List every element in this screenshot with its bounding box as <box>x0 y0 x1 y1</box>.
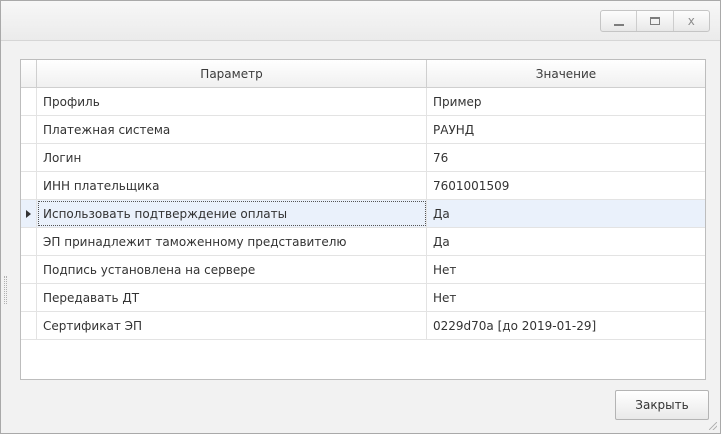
value-cell[interactable]: 76 <box>427 144 705 171</box>
value-cell[interactable]: Нет <box>427 284 705 311</box>
value-cell[interactable]: Нет <box>427 256 705 283</box>
param-cell[interactable]: ЭП принадлежит таможенному представителю <box>37 228 427 255</box>
table-row[interactable]: Использовать подтверждение оплаты Да <box>21 200 705 228</box>
row-indicator[interactable] <box>21 144 37 171</box>
table-row[interactable]: Передавать ДТ Нет <box>21 284 705 312</box>
window-controls: x <box>600 10 710 32</box>
value-cell[interactable]: 7601001509 <box>427 172 705 199</box>
param-cell[interactable]: Профиль <box>37 88 427 115</box>
minimize-icon <box>613 24 624 26</box>
value-cell[interactable]: РАУНД <box>427 116 705 143</box>
column-header-param[interactable]: Параметр <box>37 60 427 87</box>
param-cell[interactable]: ИНН плательщика <box>37 172 427 199</box>
column-header-value[interactable]: Значение <box>427 60 705 87</box>
grid-header: Параметр Значение <box>21 60 705 88</box>
param-cell[interactable]: Подпись установлена на сервере <box>37 256 427 283</box>
close-icon: x <box>687 14 695 28</box>
current-row-arrow-icon <box>26 209 31 218</box>
param-cell[interactable]: Платежная система <box>37 116 427 143</box>
value-cell[interactable]: Да <box>427 228 705 255</box>
close-button[interactable]: Закрыть <box>615 390 709 420</box>
row-indicator-header <box>21 60 37 87</box>
settings-window: x Параметр Значение Профиль Пример Платежн… <box>0 0 721 434</box>
row-indicator[interactable] <box>21 312 37 339</box>
maximize-icon <box>649 17 660 25</box>
value-cell[interactable]: Да <box>427 200 705 227</box>
resize-grip[interactable] <box>709 422 717 430</box>
close-window-button[interactable]: x <box>672 11 709 31</box>
table-row[interactable]: Профиль Пример <box>21 88 705 116</box>
grid-rows: Профиль Пример Платежная система РАУНД Логин… <box>21 88 705 340</box>
table-row[interactable]: Логин 76 <box>21 144 705 172</box>
value-cell[interactable]: 0229d70a [до 2019-01-29] <box>427 312 705 339</box>
value-cell[interactable]: Пример <box>427 88 705 115</box>
table-row[interactable]: ЭП принадлежит таможенному представителю… <box>21 228 705 256</box>
param-cell[interactable]: Сертификат ЭП <box>37 312 427 339</box>
row-indicator[interactable] <box>21 256 37 283</box>
param-cell[interactable]: Логин <box>37 144 427 171</box>
row-indicator[interactable] <box>21 200 37 227</box>
row-indicator[interactable] <box>21 172 37 199</box>
table-row[interactable]: Подпись установлена на сервере Нет <box>21 256 705 284</box>
maximize-button[interactable] <box>636 11 672 31</box>
minimize-button[interactable] <box>601 11 636 31</box>
param-cell[interactable]: Передавать ДТ <box>37 284 427 311</box>
row-indicator[interactable] <box>21 228 37 255</box>
splitter-grip[interactable] <box>4 276 7 304</box>
table-row[interactable]: Сертификат ЭП 0229d70a [до 2019-01-29] <box>21 312 705 340</box>
row-indicator[interactable] <box>21 88 37 115</box>
title-bar: x <box>1 1 720 41</box>
row-indicator[interactable] <box>21 116 37 143</box>
param-cell[interactable]: Использовать подтверждение оплаты <box>37 200 427 227</box>
row-indicator[interactable] <box>21 284 37 311</box>
parameters-grid: Параметр Значение Профиль Пример Платежная… <box>20 59 706 380</box>
table-row[interactable]: Платежная система РАУНД <box>21 116 705 144</box>
table-row[interactable]: ИНН плательщика 7601001509 <box>21 172 705 200</box>
